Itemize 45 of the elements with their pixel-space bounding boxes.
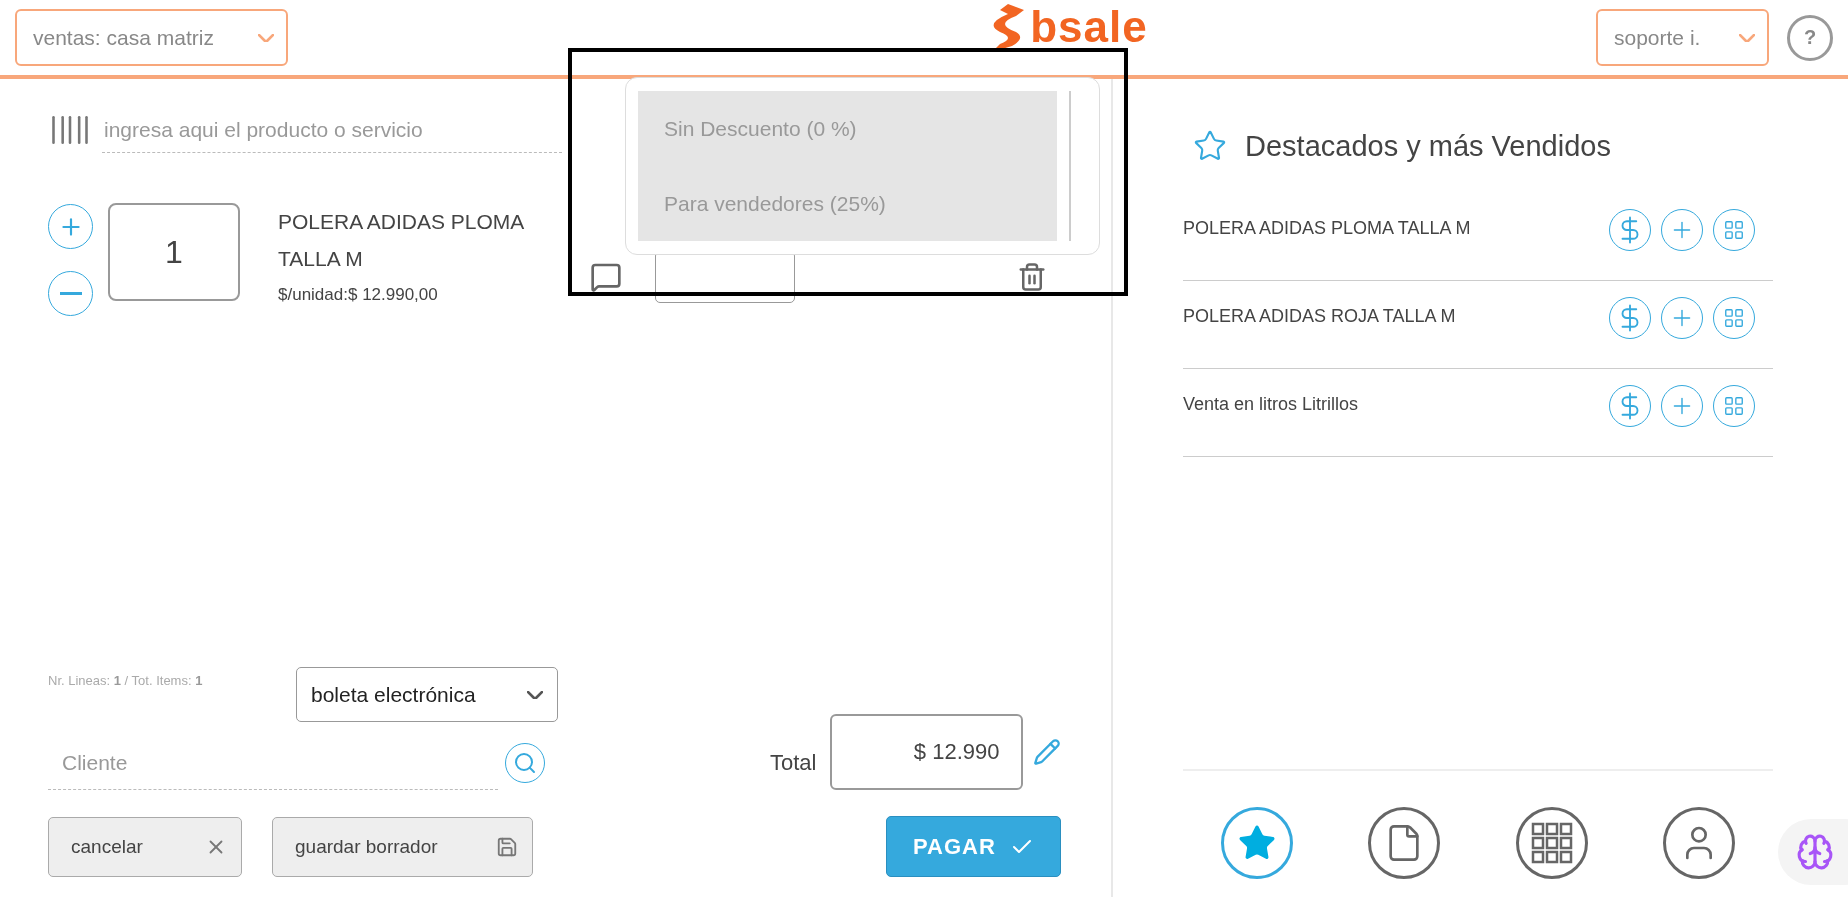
search-icon xyxy=(513,751,537,775)
grid-icon xyxy=(1530,822,1573,864)
price-button[interactable] xyxy=(1609,385,1651,427)
logo-text: bsale xyxy=(1030,4,1148,49)
product-name: POLERA ADIDAS PLOMA TALLA M xyxy=(278,209,525,272)
branch-select[interactable]: ventas: casa matriz xyxy=(15,9,288,66)
unit-price: $/unidad:$ 12.990,00 xyxy=(278,285,439,305)
search-button[interactable] xyxy=(505,743,545,783)
increase-button[interactable] xyxy=(48,204,93,249)
featured-product-name[interactable]: POLERA ADIDAS PLOMA TALLA M xyxy=(1183,218,1471,239)
add-button[interactable] xyxy=(1661,385,1703,427)
featured-product-name[interactable]: Venta en litros Litrillos xyxy=(1183,394,1359,415)
add-button[interactable] xyxy=(1661,209,1703,251)
quantity-field[interactable]: 1 xyxy=(108,203,240,301)
chevron-icon xyxy=(258,33,274,42)
add-button[interactable] xyxy=(1661,297,1703,339)
price-button[interactable] xyxy=(1609,209,1651,251)
chevron-icon xyxy=(527,690,543,699)
cancel-button[interactable]: cancelar xyxy=(48,816,242,877)
document-type-select[interactable]: boleta electrónica xyxy=(296,667,558,722)
chevron-icon xyxy=(1739,33,1755,42)
price-button[interactable] xyxy=(1609,297,1651,339)
comment-icon[interactable] xyxy=(590,261,622,293)
total-label: Total xyxy=(770,750,817,776)
squares-icon xyxy=(1723,219,1745,241)
user-select[interactable]: soporte i. xyxy=(1596,9,1769,66)
brain-icon xyxy=(1796,833,1834,871)
star-icon xyxy=(1193,129,1227,163)
minus-icon xyxy=(59,292,82,295)
decrease-button[interactable] xyxy=(48,271,93,316)
save-icon xyxy=(496,835,518,858)
featured-title: Destacados y más Vendidos xyxy=(1245,129,1611,163)
variants-button[interactable] xyxy=(1713,297,1755,339)
total-field: $ 12.990 xyxy=(830,714,1024,790)
line-summary: Nr. Lineas: 1 / Tot. Items: 1 xyxy=(48,673,204,688)
variants-button[interactable] xyxy=(1713,209,1755,251)
help-button[interactable]: ? xyxy=(1787,14,1833,61)
save-draft-button[interactable]: guardar borrador xyxy=(272,816,533,877)
featured-product-name[interactable]: POLERA ADIDAS ROJA TALLA M xyxy=(1183,306,1456,327)
trash-icon[interactable] xyxy=(1017,262,1047,292)
assistant-button[interactable] xyxy=(1778,819,1848,885)
pencil-icon[interactable] xyxy=(1033,738,1062,766)
squares-icon xyxy=(1723,307,1745,329)
squares-icon xyxy=(1723,395,1745,417)
variants-button[interactable] xyxy=(1713,385,1755,427)
